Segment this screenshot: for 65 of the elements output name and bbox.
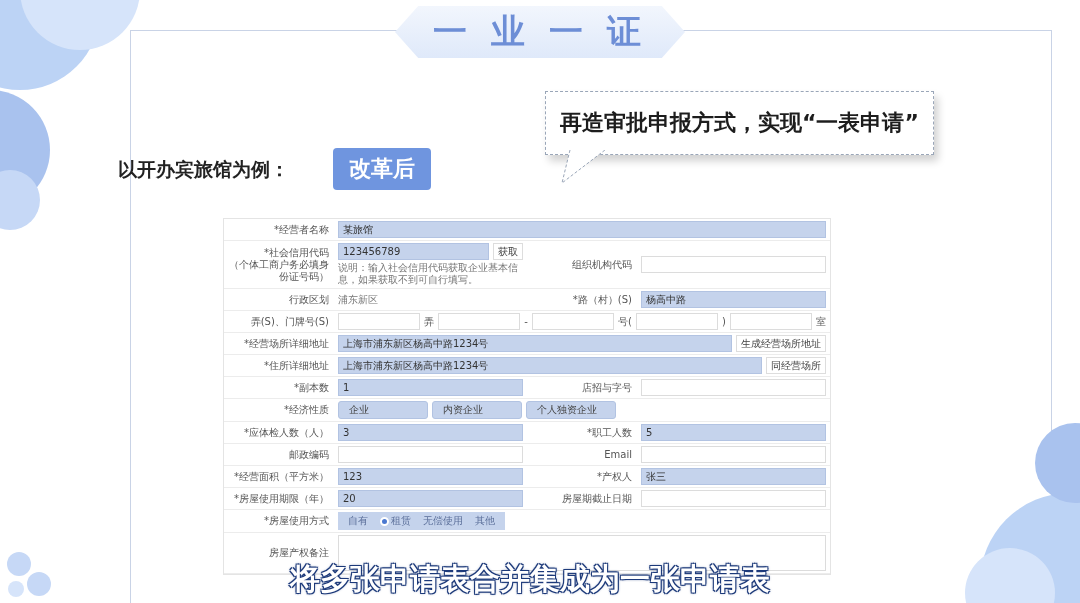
hint-text: 说明：输入社会信用代码获取企业基本信息，如果获取不到可自行填写。 [338, 262, 519, 286]
select-field[interactable]: 企业 [338, 401, 428, 419]
input-field[interactable]: 张三 [641, 468, 826, 485]
field-label: 房屋期截止日期 [562, 492, 632, 505]
input-field[interactable]: 3 [338, 424, 523, 441]
field-label: 邮政编码 [289, 448, 329, 461]
slide-title: 一 业 一 证 [395, 6, 685, 58]
input-field[interactable] [641, 446, 826, 463]
separator-text: - [524, 316, 528, 327]
field-label: *经营面积（平方米） [234, 470, 329, 483]
field-value: 浦东新区 [338, 292, 379, 307]
field-label: *应体检人数（人） [244, 426, 329, 439]
field-label: 组织机构代码 [572, 258, 632, 271]
field-label: *房屋使用期限（年） [234, 492, 329, 505]
input-field[interactable]: 1 [338, 379, 523, 396]
input-field[interactable]: 5 [641, 424, 826, 441]
radio-option[interactable]: 租赁 [380, 514, 411, 528]
input-field[interactable] [641, 379, 826, 396]
field-label: （个体工商户务必填身份证号码） [229, 258, 329, 283]
input-field[interactable] [641, 256, 826, 273]
input-field[interactable]: 上海市浦东新区杨高中路1234号 [338, 335, 732, 352]
input-field[interactable] [729, 313, 812, 330]
field-label: 房屋产权备注 [269, 547, 329, 559]
field-label: *住所详细地址 [264, 359, 329, 372]
input-field[interactable] [635, 313, 718, 330]
input-field[interactable]: 上海市浦东新区杨高中路1234号 [338, 357, 762, 374]
separator-text: 号( [617, 314, 632, 329]
example-label: 以开办宾旅馆为例： [118, 157, 289, 182]
field-label: *房屋使用方式 [264, 515, 329, 527]
input-field[interactable] [641, 490, 826, 507]
action-button[interactable]: 获取 [493, 243, 523, 260]
input-field[interactable]: 某旅馆 [338, 221, 826, 238]
field-label: 弄(S)、门牌号(S) [250, 315, 329, 328]
badge: 改革后 [333, 148, 431, 190]
select-field[interactable]: 个人独资企业 [526, 401, 616, 419]
radio-option[interactable]: 自有 [348, 514, 368, 528]
field-label: *经营者名称 [274, 223, 329, 236]
field-label: *路（村）(S) [572, 293, 632, 306]
field-label: *经济性质 [284, 404, 329, 416]
input-field[interactable]: 20 [338, 490, 523, 507]
select-field[interactable]: 内资企业 [432, 401, 522, 419]
field-label: *副本数 [294, 381, 329, 394]
input-field[interactable] [338, 313, 421, 330]
separator-text: ) [721, 316, 726, 327]
field-label: 行政区划 [289, 293, 329, 306]
input-field[interactable]: 杨高中路 [641, 291, 826, 308]
field-label: *经营场所详细地址 [244, 337, 329, 350]
input-field[interactable] [531, 313, 614, 330]
input-field[interactable]: 123456789 [338, 243, 489, 260]
input-field[interactable] [338, 446, 523, 463]
action-button[interactable]: 同经营场所 [766, 357, 826, 374]
field-label: *职工人数 [587, 426, 632, 439]
field-label: *社会信用代码 [264, 246, 329, 259]
field-label: *产权人 [597, 470, 632, 483]
input-field[interactable] [438, 313, 521, 330]
action-button[interactable]: 生成经营场所地址 [736, 335, 826, 352]
separator-text: 弄 [424, 314, 435, 329]
field-label: Email [604, 448, 632, 461]
separator-text: 室 [815, 314, 826, 329]
radio-option[interactable]: 无偿使用 [423, 514, 463, 528]
radio-option[interactable]: 其他 [475, 514, 495, 528]
field-label: 店招与字号 [582, 381, 632, 394]
input-field[interactable]: 123 [338, 468, 523, 485]
subtitle-caption: 将多张申请表合并集成为一张申请表 [290, 560, 770, 598]
dots-decoration-drawing [4, 549, 54, 599]
